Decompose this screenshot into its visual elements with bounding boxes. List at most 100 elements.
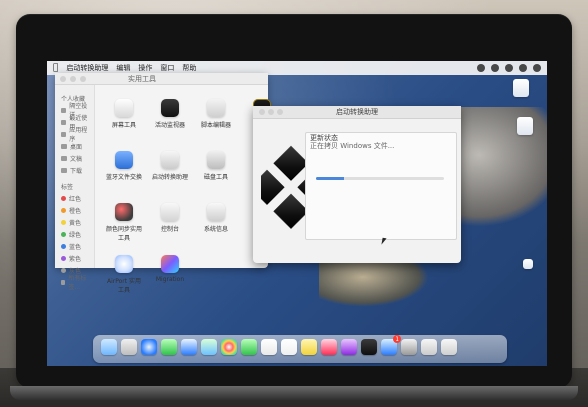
desktop-drive-icon[interactable] bbox=[517, 117, 533, 135]
dock-badge: 1 bbox=[393, 335, 401, 343]
facetime-icon[interactable] bbox=[241, 339, 257, 355]
system-information-icon bbox=[207, 203, 225, 221]
boot-camp-dialog: 启动转换助理 更新状态 正在拷贝 Windows 文件... bbox=[253, 106, 461, 263]
app-tile[interactable]: 磁盘工具 bbox=[197, 151, 235, 193]
tag-label: 红色 bbox=[69, 195, 82, 203]
migration-assistant-icon bbox=[161, 255, 179, 273]
reminders-icon[interactable] bbox=[281, 339, 297, 355]
app-store-icon[interactable]: 1 bbox=[381, 335, 401, 355]
menu-item-app[interactable]: 启动转换助理 bbox=[66, 63, 108, 73]
podcasts-icon[interactable] bbox=[341, 339, 357, 355]
maps-icon[interactable] bbox=[201, 339, 217, 355]
menu-item-window[interactable]: 窗口 bbox=[160, 63, 174, 73]
tag-label: 所有标签... bbox=[68, 275, 87, 291]
tag-item[interactable]: 橙色 bbox=[61, 205, 90, 215]
tag-label: 紫色 bbox=[69, 255, 82, 263]
photos-icon[interactable] bbox=[221, 339, 237, 355]
finder-body: 个人收藏 隔空投送 最近使用 应用程序 桌面 文稿 下载 标签 红色 橙色 黄色… bbox=[55, 85, 271, 294]
desktop-drive-icon[interactable] bbox=[523, 259, 533, 269]
app-tile[interactable]: 脚本编辑器 bbox=[197, 99, 235, 141]
safari-icon[interactable] bbox=[141, 339, 157, 355]
tag-item[interactable]: 所有标签... bbox=[61, 275, 90, 291]
documents-icon bbox=[61, 155, 67, 161]
close-button[interactable] bbox=[60, 75, 66, 82]
app-tile[interactable]: 活动监视器 bbox=[151, 99, 189, 141]
tag-item[interactable]: 黄色 bbox=[61, 217, 90, 227]
tag-item[interactable]: 蓝色 bbox=[61, 241, 90, 251]
music-icon[interactable] bbox=[321, 339, 337, 355]
system-preferences-icon[interactable] bbox=[401, 339, 417, 355]
dock-items: 1 bbox=[101, 335, 457, 355]
sidebar-item: 标签 bbox=[61, 181, 90, 191]
script-editor-icon bbox=[207, 99, 225, 117]
menu-item-edit[interactable]: 编辑 bbox=[116, 63, 130, 73]
airdrop-icon bbox=[61, 107, 67, 113]
sidebar-label: 应用程序 bbox=[69, 127, 88, 143]
sidebar-item[interactable]: 应用程序 bbox=[61, 127, 90, 143]
tag-blue-dot bbox=[61, 243, 66, 249]
disk-utility-icon bbox=[207, 151, 225, 169]
sidebar-item[interactable]: 下载 bbox=[61, 165, 90, 175]
calendar-icon[interactable] bbox=[261, 339, 277, 355]
tag-item[interactable]: 绿色 bbox=[61, 229, 90, 239]
tag-gray-dot bbox=[61, 267, 66, 273]
zoom-button[interactable] bbox=[80, 75, 86, 82]
finder-window: 实用工具 个人收藏 隔空投送 最近使用 应用程序 桌面 文稿 下载 标签 红色 … bbox=[55, 73, 271, 294]
app-tile[interactable]: 启动转换助理 bbox=[151, 151, 189, 193]
tag-item[interactable]: 红色 bbox=[61, 193, 90, 203]
messages-icon[interactable] bbox=[161, 339, 177, 355]
tag-orange-dot bbox=[61, 207, 66, 213]
colorsync-utility-icon bbox=[115, 203, 133, 221]
copy-status-text: 正在拷贝 Windows 文件... bbox=[310, 142, 395, 150]
menu-bar-status-area bbox=[477, 64, 541, 72]
bluetooth-file-exchange-icon bbox=[115, 151, 133, 169]
app-label: AirPort 实用工具 bbox=[106, 278, 142, 294]
sidebar-label: 标签 bbox=[61, 183, 74, 191]
app-tile[interactable]: 屏幕工具 bbox=[105, 99, 143, 141]
close-button[interactable] bbox=[259, 109, 265, 115]
tag-red-dot bbox=[61, 195, 66, 201]
status-icon[interactable] bbox=[533, 64, 541, 72]
progress-bar bbox=[316, 177, 444, 180]
app-label: 磁盘工具 bbox=[203, 174, 228, 181]
app-tile[interactable]: AirPort 实用工具 bbox=[105, 255, 143, 297]
app-label: 活动监视器 bbox=[154, 122, 185, 129]
minimize-button[interactable] bbox=[70, 75, 76, 82]
finder-icon[interactable] bbox=[101, 339, 117, 355]
menu-item-help[interactable]: 帮助 bbox=[182, 63, 196, 73]
recents-icon bbox=[61, 119, 67, 125]
zoom-button[interactable] bbox=[277, 109, 283, 115]
sidebar-item[interactable]: 文稿 bbox=[61, 153, 90, 163]
trash-icon[interactable] bbox=[441, 339, 457, 355]
sidebar-label: 桌面 bbox=[70, 143, 83, 151]
tv-icon[interactable] bbox=[361, 339, 377, 355]
launchpad-icon[interactable] bbox=[121, 339, 137, 355]
tag-item[interactable]: 紫色 bbox=[61, 253, 90, 263]
tag-purple-dot bbox=[61, 255, 66, 261]
mail-icon[interactable] bbox=[181, 339, 197, 355]
app-tile[interactable]: 蓝牙文件交换 bbox=[105, 151, 143, 193]
apple-menu-icon[interactable]:  bbox=[53, 63, 58, 73]
app-tile[interactable]: 系统信息 bbox=[197, 203, 235, 245]
dialog-title: 启动转换助理 bbox=[336, 108, 378, 116]
app-label: 系统信息 bbox=[203, 226, 228, 233]
status-icon[interactable] bbox=[491, 64, 499, 72]
app-tile[interactable]: 控制台 bbox=[151, 203, 189, 245]
desktop-drive-icon[interactable] bbox=[513, 79, 529, 97]
app-label: 脚本编辑器 bbox=[200, 122, 231, 129]
status-icon[interactable] bbox=[477, 64, 485, 72]
minimize-button[interactable] bbox=[268, 109, 274, 115]
status-icon[interactable] bbox=[505, 64, 513, 72]
activity-monitor-icon bbox=[161, 99, 179, 117]
app-tile[interactable]: 颜色同步实用工具 bbox=[105, 203, 143, 245]
app-label: Migration bbox=[155, 276, 185, 283]
bootcamp-icon[interactable] bbox=[421, 339, 437, 355]
app-tile[interactable]: Migration bbox=[151, 255, 189, 297]
app-label: 屏幕工具 bbox=[111, 122, 136, 129]
app-label: 蓝牙文件交换 bbox=[105, 174, 142, 181]
status-icon[interactable] bbox=[519, 64, 527, 72]
dialog-content: 更新状态 正在拷贝 Windows 文件... bbox=[253, 118, 461, 263]
notes-icon[interactable] bbox=[301, 339, 317, 355]
app-tile[interactable] bbox=[197, 255, 235, 297]
menu-item-action[interactable]: 操作 bbox=[138, 63, 152, 73]
